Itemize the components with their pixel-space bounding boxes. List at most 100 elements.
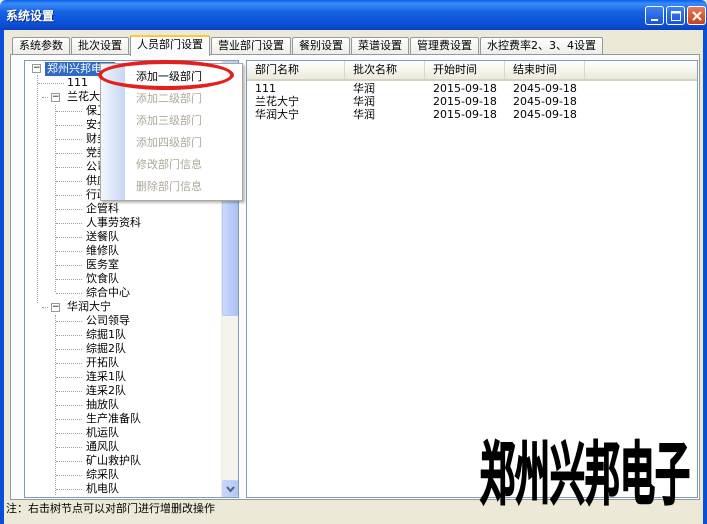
menu-item-add-level3[interactable]: 添加三级部门	[136, 114, 202, 128]
status-hint: 注：右击树节点可以对部门进行增删改操作	[6, 502, 215, 515]
tree-node[interactable]: 开拓队	[86, 356, 119, 370]
tree-node[interactable]: 综掘2队	[86, 342, 126, 356]
tree-node[interactable]: 华润大宁	[67, 300, 111, 314]
table-cell: 2045-09-18	[513, 95, 577, 108]
tree-node[interactable]: 综合中心	[86, 286, 130, 300]
chevron-down-icon	[226, 486, 235, 493]
tree-line	[56, 461, 82, 462]
context-menu: 添加一级部门 添加二级部门 添加三级部门 添加四级部门 修改部门信息 删除部门信…	[100, 63, 243, 201]
tab-meal-settings[interactable]: 餐别设置	[292, 37, 350, 55]
tree-line	[56, 153, 82, 154]
maximize-button[interactable]	[666, 6, 685, 25]
tree-node[interactable]: 企管科	[86, 202, 119, 216]
tree-node[interactable]: 111	[67, 76, 88, 90]
tree-node[interactable]: 医务室	[86, 258, 119, 272]
window-frame-right	[703, 30, 707, 524]
menu-icon-stripe	[101, 64, 125, 200]
tree-line	[42, 97, 48, 98]
table-cell: 2045-09-18	[513, 82, 577, 95]
tree-line	[56, 209, 82, 210]
tree-node[interactable]: 通风队	[86, 440, 119, 454]
tree-line	[56, 223, 82, 224]
collapse-node-icon[interactable]: −	[51, 303, 60, 312]
tab-menu-settings[interactable]: 菜谱设置	[351, 37, 409, 55]
tree-line	[56, 433, 82, 434]
column-header-start[interactable]: 开始时间	[425, 61, 505, 79]
tree-line	[56, 293, 82, 294]
tree-line	[56, 419, 82, 420]
tree-node[interactable]: 送餐队	[86, 230, 119, 244]
maximize-icon	[671, 11, 681, 21]
menu-item-add-level1[interactable]: 添加一级部门	[136, 70, 202, 84]
table-cell: 2015-09-18	[433, 82, 497, 95]
table-row[interactable]: 111 华润 2015-09-18 2045-09-18	[247, 82, 697, 95]
tree-node[interactable]: 矿山救护队	[86, 454, 141, 468]
table-cell: 2015-09-18	[433, 95, 497, 108]
table-cell: 111	[255, 82, 276, 95]
watermark-logo: 郑州兴邦电子	[479, 435, 691, 512]
tree-node[interactable]: 抽放队	[86, 398, 119, 412]
tab-batch-settings[interactable]: 批次设置	[71, 37, 129, 55]
tree-node[interactable]: 连采2队	[86, 384, 126, 398]
table-header: 部门名称 批次名称 开始时间 结束时间	[247, 61, 697, 81]
tab-staff-department[interactable]: 人员部门设置	[130, 35, 210, 56]
table-row[interactable]: 兰花大宁 华润 2015-09-18 2045-09-18	[247, 95, 697, 108]
tree-node[interactable]: 公司领导	[86, 314, 130, 328]
tree-node[interactable]: 维修队	[86, 244, 119, 258]
table-cell: 2045-09-18	[513, 108, 577, 121]
table-row[interactable]: 华润大宁 华润 2015-09-18 2045-09-18	[247, 108, 697, 121]
column-header-batch[interactable]: 批次名称	[345, 61, 425, 79]
tree-line	[56, 391, 82, 392]
tree-node[interactable]: 综采队	[86, 468, 119, 482]
tree-node[interactable]: 生产准备队	[86, 412, 141, 426]
tree-line	[56, 167, 82, 168]
tree-line	[56, 405, 82, 406]
tab-system-params[interactable]: 系统参数	[12, 37, 70, 55]
tree-line	[56, 195, 82, 196]
tree-line	[56, 489, 82, 490]
table-cell: 华润	[353, 108, 375, 121]
table-cell: 华润	[353, 82, 375, 95]
tree-node[interactable]: 综掘1队	[86, 328, 126, 342]
close-button[interactable]	[687, 6, 706, 25]
tree-line	[56, 237, 82, 238]
tree-node[interactable]: 人事劳资科	[86, 216, 141, 230]
tab-business-department[interactable]: 营业部门设置	[211, 37, 291, 55]
menu-item-add-level2[interactable]: 添加二级部门	[136, 92, 202, 106]
table-cell: 华润大宁	[255, 108, 299, 121]
tab-management-fee[interactable]: 管理费设置	[410, 37, 479, 55]
menu-item-add-level4[interactable]: 添加四级部门	[136, 136, 202, 150]
close-icon	[692, 11, 702, 21]
window-title: 系统设置	[6, 9, 55, 23]
tree-line	[37, 75, 38, 303]
menu-item-edit-department[interactable]: 修改部门信息	[136, 158, 202, 172]
tab-water-rate[interactable]: 水控费率2、3、4设置	[480, 37, 603, 55]
tree-line	[56, 181, 82, 182]
tree-line	[55, 105, 56, 292]
tree-line	[56, 111, 82, 112]
scroll-down-button[interactable]	[222, 480, 238, 497]
collapse-node-icon[interactable]: −	[51, 93, 60, 102]
window-frame-left	[0, 30, 4, 524]
tree-line	[56, 475, 82, 476]
column-header-department[interactable]: 部门名称	[247, 61, 345, 79]
tree-line	[56, 139, 82, 140]
table-cell: 华润	[353, 95, 375, 108]
tree-node[interactable]: 机电队	[86, 482, 119, 496]
tree-line	[56, 125, 82, 126]
tree-node[interactable]: 机运队	[86, 426, 119, 440]
column-header-end[interactable]: 结束时间	[505, 61, 585, 79]
tree-node[interactable]: 连采1队	[86, 370, 126, 384]
menu-item-delete-department[interactable]: 删除部门信息	[136, 180, 202, 194]
minimize-button[interactable]	[645, 6, 664, 25]
tree-line	[56, 363, 82, 364]
tree-node[interactable]: 饮食队	[86, 272, 119, 286]
minimize-icon	[651, 19, 658, 21]
collapse-root-icon[interactable]: −	[32, 64, 41, 73]
watermark-text: 郑州兴邦电子	[480, 436, 690, 512]
tree-line	[56, 335, 82, 336]
tree-line	[56, 279, 82, 280]
tree-line	[56, 321, 82, 322]
tree-line	[56, 377, 82, 378]
tree-line	[56, 447, 82, 448]
